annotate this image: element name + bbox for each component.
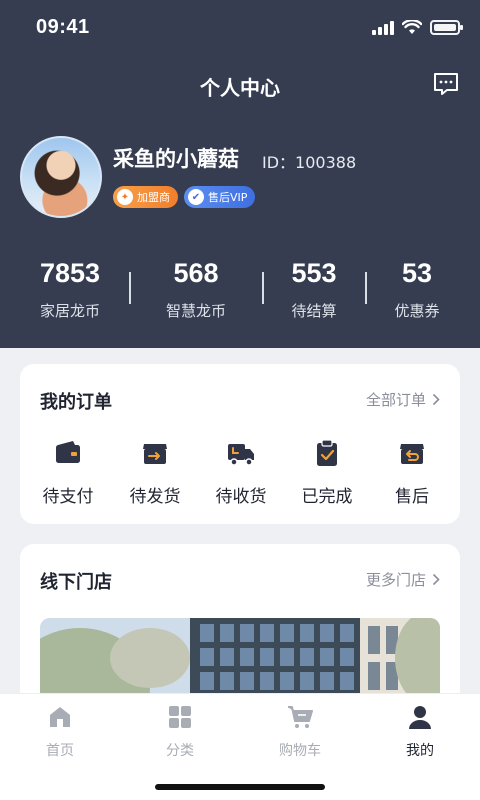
signal-icon	[372, 20, 394, 35]
order-label: 待发货	[129, 487, 181, 507]
stat-value: 553	[291, 258, 337, 288]
chevron-right-icon	[432, 393, 440, 406]
stat-label: 家居龙币	[39, 302, 100, 320]
tab-label: 首页	[46, 743, 74, 759]
tab-label: 我的	[406, 743, 434, 759]
stats-row: 7853 家居龙币 568 智慧龙币 553 待结算 53 优惠券	[0, 256, 480, 326]
orders-title: 我的订单	[40, 392, 112, 413]
franchise-badge-label: 加盟商	[137, 191, 170, 204]
user-name: 采鱼的小蘑菇	[113, 147, 239, 171]
avatar[interactable]	[20, 136, 102, 218]
order-completed[interactable]: 已完成	[283, 438, 371, 507]
box-arrow-icon	[143, 444, 167, 464]
page-title: 个人中心	[200, 76, 280, 100]
stat-label: 优惠券	[394, 302, 440, 320]
tab-label: 分类	[166, 743, 194, 759]
tab-home[interactable]: 首页	[0, 704, 120, 760]
stat-value: 7853	[39, 258, 101, 288]
all-orders-link[interactable]: 全部订单	[366, 389, 440, 410]
home-indicator	[155, 784, 325, 790]
order-status-row: 待支付 待发货 待收货 已完成 售后	[20, 438, 460, 508]
stat-value: 568	[173, 258, 219, 288]
cart-icon	[288, 706, 313, 728]
more-stores-label: 更多门店	[365, 571, 426, 589]
stat-label: 智慧龙币	[165, 302, 226, 320]
all-orders-label: 全部订单	[365, 391, 426, 409]
truck-icon	[228, 444, 254, 466]
clipboard-check-icon	[317, 439, 337, 466]
user-icon	[409, 706, 431, 729]
more-stores-link[interactable]: 更多门店	[366, 569, 440, 590]
stores-title: 线下门店	[40, 572, 112, 593]
battery-icon	[430, 20, 463, 35]
order-after-sales[interactable]: 售后	[368, 438, 456, 507]
tab-cart[interactable]: 购物车	[240, 704, 360, 760]
order-pending-shipment[interactable]: 待发货	[111, 438, 199, 507]
wallet-icon	[56, 441, 80, 463]
wifi-icon	[402, 20, 422, 34]
vip-icon: ✔	[188, 189, 204, 205]
chevron-right-icon	[432, 573, 440, 586]
franchise-badge: ✦ 加盟商	[113, 186, 178, 208]
stat-smart-coins[interactable]: 568 智慧龙币	[136, 256, 256, 321]
vip-badge: ✔ 售后VIP	[184, 186, 256, 208]
order-pending-payment[interactable]: 待支付	[24, 438, 112, 507]
stat-divider	[129, 272, 131, 304]
grid-icon	[169, 706, 191, 728]
order-label: 待支付	[42, 487, 94, 507]
franchise-icon: ✦	[117, 189, 133, 205]
tab-category[interactable]: 分类	[120, 704, 240, 760]
status-time: 09:41	[36, 16, 90, 38]
profile-header: 09:41 个人中心 采鱼的小蘑菇 ID：100388 ✦ 加盟商 ✔ 售后VI…	[0, 0, 480, 348]
stat-pending-settlement[interactable]: 553 待结算	[254, 256, 374, 321]
order-pending-receipt[interactable]: 待收货	[197, 438, 285, 507]
order-label: 已完成	[301, 487, 353, 507]
message-icon[interactable]	[432, 70, 460, 98]
orders-card: 我的订单 全部订单 待支付 待发货 待收货 已完成 售后	[20, 364, 460, 524]
return-box-icon	[400, 444, 424, 464]
tab-label: 购物车	[279, 743, 321, 759]
stat-home-coins[interactable]: 7853 家居龙币	[10, 256, 130, 321]
vip-badge-label: 售后VIP	[208, 191, 248, 204]
stat-label: 待结算	[291, 302, 337, 320]
stat-coupons[interactable]: 53 优惠券	[357, 256, 477, 321]
stat-value: 53	[401, 258, 433, 288]
status-icons	[372, 20, 463, 35]
status-bar: 09:41	[0, 0, 480, 56]
order-label: 售后	[395, 487, 429, 507]
tab-mine[interactable]: 我的	[360, 704, 480, 760]
home-icon	[50, 707, 70, 727]
order-label: 待收货	[215, 487, 267, 507]
user-id: ID：100388	[262, 153, 357, 172]
